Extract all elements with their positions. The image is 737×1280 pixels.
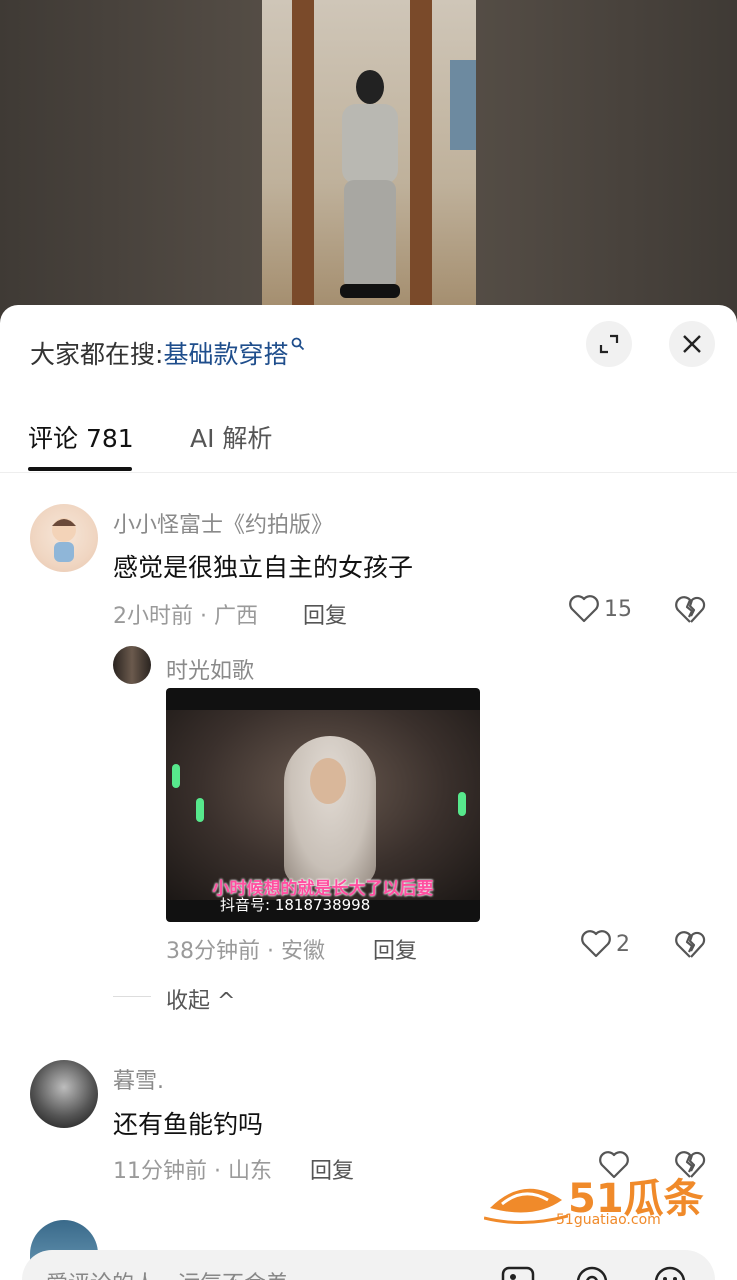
door-frame <box>410 0 432 305</box>
reply-avatar[interactable] <box>113 646 151 684</box>
like-count: 15 <box>604 596 632 622</box>
active-tab-indicator <box>28 467 132 471</box>
comment-text: 还有鱼能钓吗 <box>113 1110 264 1139</box>
comment-text: 感觉是很独立自主的女孩子 <box>113 553 414 582</box>
logo-url: 51guatiao.com <box>556 1212 661 1228</box>
reply-image[interactable]: 小时候想的就是长大了以后要 抖音号: 1818738998 <box>166 688 480 922</box>
site-watermark-logo: 51瓜条 51guatiao.com <box>484 1166 724 1236</box>
comment-meta: 11分钟前 · 山东 <box>113 1159 272 1184</box>
avatar[interactable] <box>30 1060 98 1128</box>
comment-input-placeholder: 爱评论的人，运气不会差 <box>46 1266 288 1280</box>
like-button[interactable]: 15 <box>568 594 632 624</box>
comment-tabs: 评论 781 AI 解析 <box>0 405 737 473</box>
reply-button[interactable]: 回复 <box>373 933 417 965</box>
mention-icon[interactable] <box>574 1264 610 1280</box>
expand-button[interactable] <box>586 321 632 367</box>
broken-heart-icon <box>675 931 706 958</box>
image-watermark: 抖音号: 1818738998 <box>220 896 371 914</box>
person-figure <box>334 70 404 300</box>
comment-input[interactable]: 爱评论的人，运气不会差 <box>22 1250 715 1280</box>
door-frame <box>292 0 314 305</box>
like-count: 2 <box>616 931 630 957</box>
like-button[interactable]: 2 <box>580 929 630 959</box>
divider <box>113 996 151 997</box>
video-frame <box>262 0 476 305</box>
comment-sheet: 大家都在搜: 基础款穿搭 评论 781 AI 解析 小小怪富士《约拍版》 感觉是… <box>0 305 737 1280</box>
heart-icon <box>581 930 611 958</box>
broken-heart-icon <box>675 596 706 623</box>
close-button[interactable] <box>669 321 715 367</box>
avatar[interactable] <box>30 504 98 572</box>
dislike-button[interactable] <box>674 930 706 960</box>
reply-username[interactable]: 时光如歌 <box>166 653 254 685</box>
search-suggestion-prefix: 大家都在搜: <box>30 340 164 369</box>
window <box>450 60 476 150</box>
search-suggestion[interactable]: 大家都在搜: 基础款穿搭 <box>30 335 305 371</box>
comment-meta: 2小时前 · 广西 <box>113 604 258 629</box>
collapse-replies-button[interactable]: 收起 ^ <box>166 983 235 1015</box>
comment-username[interactable]: 暮雪. <box>113 1063 164 1095</box>
heart-icon <box>569 595 599 623</box>
reply-button[interactable]: 回复 <box>303 598 347 630</box>
dislike-button[interactable] <box>674 595 706 625</box>
reply-meta: 38分钟前 · 安徽 <box>166 939 325 964</box>
search-icon <box>291 336 305 355</box>
comment-username[interactable]: 小小怪富士《约拍版》 <box>113 507 333 539</box>
tab-ai-analysis[interactable]: AI 解析 <box>190 419 272 455</box>
expand-icon <box>599 334 619 354</box>
tab-comments[interactable]: 评论 781 <box>28 419 134 455</box>
emoji-icon[interactable] <box>652 1264 688 1280</box>
close-icon <box>683 335 701 353</box>
image-icon[interactable] <box>500 1264 536 1280</box>
search-suggestion-term[interactable]: 基础款穿搭 <box>163 335 288 371</box>
video-background[interactable] <box>0 0 737 330</box>
reply-button[interactable]: 回复 <box>310 1153 354 1185</box>
